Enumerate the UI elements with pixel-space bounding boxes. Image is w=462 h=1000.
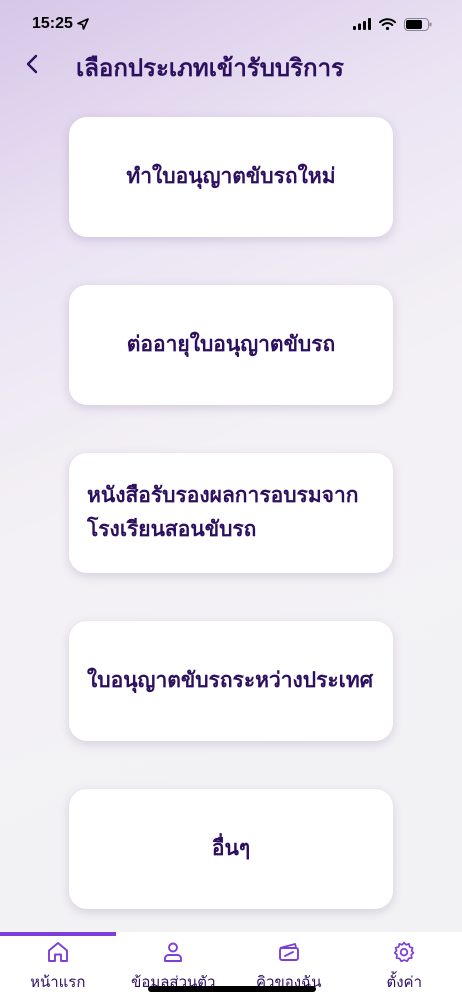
person-icon [161, 940, 185, 964]
tab-home[interactable]: หน้าแรก [0, 932, 116, 1000]
home-indicator [148, 986, 316, 992]
tab-settings[interactable]: ตั้งค่า [347, 932, 462, 1000]
option-label: ใบอนุญาตขับรถระหว่างประเทศ [87, 668, 374, 693]
gear-icon [392, 940, 416, 964]
wifi-icon [379, 18, 396, 30]
tab-label: หน้าแรก [30, 973, 86, 991]
header: เลือกประเภทเข้ารับบริการ [0, 40, 462, 88]
page-title: เลือกประเภทเข้ารับบริการ [76, 54, 344, 82]
option-other-button[interactable]: อื่นๆ [69, 789, 393, 909]
option-label: หนังสือรับรองผลการอบรมจากโรงเรียนสอนขับร… [87, 483, 359, 541]
home-icon [46, 940, 70, 964]
service-type-list: ทำใบอนุญาตขับรถใหม่ ต่ออายุใบอนุญาตขับรถ… [69, 117, 393, 957]
status-time: 15:25 [32, 15, 73, 32]
ticket-icon [277, 940, 301, 964]
status-icons [353, 17, 432, 31]
option-renew-license-button[interactable]: ต่ออายุใบอนุญาตขับรถ [69, 285, 393, 405]
option-international-license-button[interactable]: ใบอนุญาตขับรถระหว่างประเทศ [69, 621, 393, 741]
status-time-group: 15:25 [32, 15, 89, 33]
option-new-license-button[interactable]: ทำใบอนุญาตขับรถใหม่ [69, 117, 393, 237]
option-label: ทำใบอนุญาตขับรถใหม่ [126, 164, 336, 189]
battery-icon [404, 17, 432, 31]
option-label: ต่ออายุใบอนุญาตขับรถ [126, 332, 336, 357]
active-tab-indicator [0, 932, 116, 936]
location-arrow-icon [77, 18, 89, 30]
option-training-certificate-button[interactable]: หนังสือรับรองผลการอบรมจากโรงเรียนสอนขับร… [69, 453, 393, 573]
option-label: อื่นๆ [211, 836, 251, 861]
back-button[interactable] [20, 50, 44, 78]
cellular-signal-icon [353, 18, 371, 30]
chevron-left-icon [26, 54, 38, 74]
tab-label: ตั้งค่า [386, 973, 423, 991]
